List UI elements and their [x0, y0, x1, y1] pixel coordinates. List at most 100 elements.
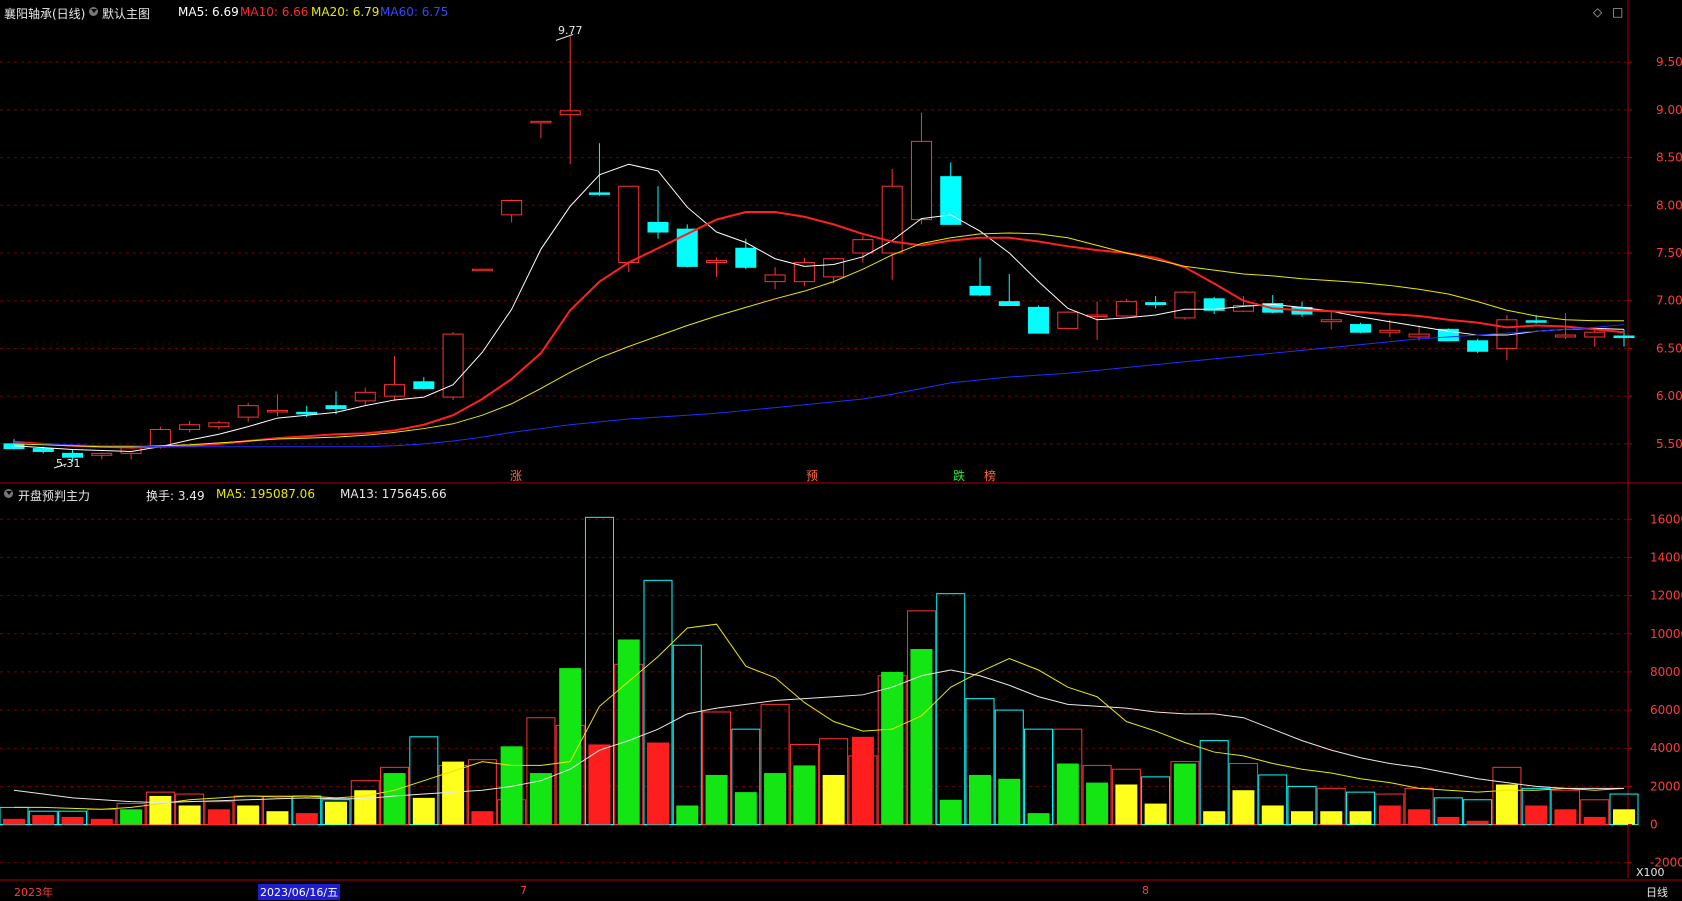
price-tick-label: 6.50: [1656, 341, 1682, 355]
volume-tick-label: 6000: [1650, 703, 1681, 717]
candle-down: [32, 448, 54, 452]
volume-tick-label: 8000: [1650, 665, 1681, 679]
candle-down: [647, 221, 669, 233]
main-force-bar: [90, 818, 113, 825]
time-label-year: 2023年: [14, 886, 53, 899]
time-label-july: 7: [520, 884, 527, 897]
candle-up: [823, 258, 845, 278]
candle-down: [998, 301, 1020, 306]
main-force-bar: [295, 813, 318, 825]
main-force-bar: [1261, 805, 1284, 825]
candle-up: [1554, 334, 1576, 338]
main-force-bar: [1056, 763, 1079, 825]
candle-up: [1320, 319, 1342, 323]
price-tick-label: 7.00: [1656, 294, 1682, 308]
main-force-bar: [734, 792, 757, 825]
main-force-bar: [588, 744, 611, 825]
stock-chart[interactable]: 9.50 9.00 8.50 8.00 7.50 7.00 6.50 6.00 5.50 1600…: [0, 0, 1682, 901]
main-force-bar: [32, 815, 55, 825]
event-marker-die[interactable]: 跌: [953, 468, 965, 483]
volume-tick-label: 2000: [1650, 779, 1681, 793]
main-force-bar: [500, 746, 523, 825]
main-force-bar: [793, 765, 816, 825]
main-force-bar: [1466, 820, 1489, 825]
candle-up: [266, 409, 288, 413]
price-tick-label: 7.50: [1656, 246, 1682, 260]
event-marker-yu[interactable]: 预: [806, 469, 818, 483]
main-force-bar: [705, 774, 728, 825]
candle-down: [735, 247, 757, 268]
candle-up: [179, 424, 201, 431]
candle-up: [1408, 333, 1430, 338]
main-force-bar: [939, 799, 962, 825]
candle-up: [706, 260, 728, 264]
main-force-bar: [851, 736, 874, 825]
candle-up: [530, 120, 552, 124]
main-force-bar: [764, 773, 787, 825]
candle-down: [296, 411, 318, 415]
main-force-bar: [1408, 809, 1431, 825]
candle-up: [910, 140, 932, 221]
main-force-bar: [412, 797, 435, 825]
volume-multiplier: X100: [1636, 866, 1665, 879]
volume-tick-label: 0: [1650, 818, 1658, 832]
candle-down: [413, 381, 435, 389]
candle-up: [1379, 329, 1401, 333]
price-tick-label: 5.50: [1656, 437, 1682, 451]
main-force-bar: [881, 671, 904, 825]
candle-down: [1525, 320, 1547, 323]
candle-up: [149, 429, 171, 448]
main-force-bar: [1437, 816, 1460, 825]
volume-outline-bar: [1024, 728, 1054, 826]
volume-tick-label: 4000: [1650, 741, 1681, 755]
main-force-bar: [1232, 790, 1255, 825]
volume-tick-label: 12000: [1650, 589, 1682, 603]
candle-down: [1613, 335, 1635, 339]
main-force-bar: [998, 778, 1021, 825]
main-force-bar: [1320, 811, 1343, 825]
candle-up: [237, 405, 259, 418]
candle-up: [1174, 291, 1196, 319]
main-force-bar: [1173, 763, 1196, 825]
candle-up: [618, 185, 640, 264]
volume-outline-bar: [936, 593, 966, 826]
candle-down: [1145, 302, 1167, 306]
volume-ma13-line: [13, 669, 1624, 804]
main-force-bar: [1554, 809, 1577, 825]
event-marker-bang[interactable]: 榜: [984, 468, 996, 483]
main-force-bar: [120, 809, 143, 825]
main-force-bar: [1613, 809, 1635, 825]
candle-up: [852, 239, 874, 254]
time-label-cursor-date: 2023/06/16/五: [258, 884, 341, 900]
price-tick-label: 9.00: [1656, 103, 1682, 117]
candle-up: [501, 200, 523, 216]
volume-tick-label: 16000: [1650, 512, 1682, 526]
main-force-bar: [325, 801, 347, 825]
main-force-bar: [354, 790, 377, 825]
candle-down: [940, 176, 962, 225]
main-force-bar: [61, 816, 84, 825]
main-force-bar: [1203, 811, 1226, 825]
candle-up: [1086, 314, 1108, 318]
event-marker-zhang[interactable]: 涨: [510, 468, 522, 483]
main-force-bar: [471, 811, 494, 825]
candle-down: [1467, 340, 1489, 352]
main-force-bar: [1086, 782, 1109, 825]
main-force-bar: [1378, 805, 1401, 825]
main-force-bar: [178, 805, 201, 825]
main-force-bar: [1583, 816, 1606, 825]
high-price-label: 9.77: [558, 24, 583, 37]
main-force-bar: [237, 805, 260, 825]
period-label[interactable]: 日线: [1646, 884, 1668, 900]
candle-up: [91, 452, 113, 456]
main-force-bar: [3, 818, 25, 825]
candle-up: [559, 110, 581, 116]
volume-chart: [0, 516, 1639, 826]
main-force-bar: [969, 774, 991, 825]
main-force-bar: [1525, 805, 1548, 825]
volume-tick-label: 14000: [1650, 550, 1682, 564]
price-tick-label: 9.50: [1656, 55, 1682, 69]
main-force-bar: [1349, 811, 1372, 825]
price-tick-label: 6.00: [1656, 389, 1682, 403]
main-force-bar: [617, 639, 640, 825]
